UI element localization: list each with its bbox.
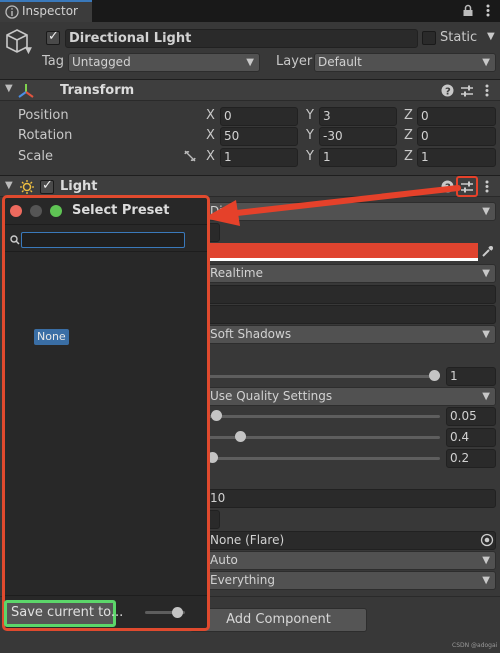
presets-icon[interactable] bbox=[460, 84, 474, 98]
indirect-multiplier-field[interactable] bbox=[206, 305, 496, 324]
transform-axes-icon bbox=[18, 84, 34, 98]
axis-x-label: X bbox=[206, 149, 215, 164]
transform-title: Transform bbox=[60, 83, 135, 98]
chevron-down-icon: ▼ bbox=[482, 206, 490, 217]
eyedropper-icon[interactable] bbox=[480, 244, 495, 259]
tag-label: Tag bbox=[42, 54, 65, 69]
axis-y-label: Y bbox=[306, 128, 314, 143]
intensity-field[interactable] bbox=[206, 285, 496, 304]
position-x-field[interactable]: 0 bbox=[220, 107, 298, 126]
tab-inspector[interactable]: Inspector bbox=[0, 0, 92, 22]
add-component-button[interactable]: Add Component bbox=[190, 608, 367, 632]
annotation-arrow bbox=[204, 185, 461, 226]
rotation-y-field[interactable]: -30 bbox=[319, 127, 397, 146]
strength-slider-knob[interactable] bbox=[429, 370, 440, 381]
popup-title: Select Preset bbox=[72, 203, 170, 218]
axis-x-label: X bbox=[206, 108, 215, 123]
rotation-x-field[interactable]: 50 bbox=[220, 127, 298, 146]
component-menu-icon[interactable] bbox=[484, 83, 490, 98]
object-name-field[interactable]: Directional Light bbox=[65, 29, 418, 48]
object-picker-icon[interactable] bbox=[480, 533, 494, 547]
foldout-arrow-icon[interactable]: ▼ bbox=[5, 180, 13, 191]
axis-x-label: X bbox=[206, 128, 215, 143]
shadow-type-dropdown[interactable]: Soft Shadows ▼ bbox=[206, 325, 496, 344]
chevron-down-icon: ▼ bbox=[246, 57, 254, 68]
watermark-text: CSDN @adogai bbox=[452, 642, 498, 649]
near-plane-slider-track[interactable] bbox=[206, 457, 440, 460]
tag-dropdown[interactable]: Untagged ▼ bbox=[68, 53, 260, 72]
axis-z-label: Z bbox=[404, 108, 413, 123]
static-checkbox[interactable] bbox=[422, 31, 436, 45]
icon-size-slider-knob[interactable] bbox=[172, 607, 183, 618]
light-icon bbox=[20, 180, 34, 194]
chevron-down-icon: ▼ bbox=[482, 57, 490, 68]
chevron-down-icon: ▼ bbox=[482, 391, 490, 402]
rotation-z-field[interactable]: 0 bbox=[417, 127, 496, 146]
axis-z-label: Z bbox=[404, 128, 413, 143]
position-y-field[interactable]: 3 bbox=[319, 107, 397, 126]
axis-y-label: Y bbox=[306, 149, 314, 164]
icon-dropdown-arrow-icon[interactable]: ▼ bbox=[25, 46, 32, 56]
divider bbox=[5, 595, 207, 596]
bias-field[interactable]: 0.05 bbox=[446, 407, 496, 426]
bias-slider-knob[interactable] bbox=[211, 410, 222, 421]
tab-label: Inspector bbox=[22, 4, 78, 18]
help-icon[interactable]: ? bbox=[441, 84, 454, 97]
preset-search-input[interactable] bbox=[21, 232, 185, 248]
chevron-down-icon: ▼ bbox=[482, 268, 490, 279]
position-label: Position bbox=[18, 108, 69, 123]
scale-y-field[interactable]: 1 bbox=[319, 148, 397, 167]
cookie-size-field[interactable]: 10 bbox=[206, 489, 496, 508]
divider bbox=[5, 224, 207, 225]
render-mode-dropdown[interactable]: Auto ▼ bbox=[206, 551, 496, 570]
active-checkbox[interactable] bbox=[46, 29, 60, 45]
search-icon bbox=[10, 235, 20, 245]
maximize-window-icon[interactable] bbox=[50, 205, 62, 217]
axis-z-label: Z bbox=[404, 149, 413, 164]
light-mode-dropdown[interactable]: Realtime ▼ bbox=[206, 264, 496, 283]
preset-item-none[interactable]: None bbox=[34, 329, 69, 345]
light-title: Light bbox=[60, 179, 98, 194]
chevron-down-icon: ▼ bbox=[482, 575, 490, 586]
scale-z-field[interactable]: 1 bbox=[417, 148, 496, 167]
scale-label: Scale bbox=[18, 149, 53, 164]
strength-field[interactable]: 1 bbox=[446, 367, 496, 386]
strength-slider-track[interactable] bbox=[206, 375, 440, 378]
near-plane-field[interactable]: 0.2 bbox=[446, 449, 496, 468]
culling-mask-dropdown[interactable]: Everything ▼ bbox=[206, 571, 496, 590]
kebab-menu-icon[interactable] bbox=[485, 3, 491, 18]
lock-icon[interactable] bbox=[462, 4, 474, 17]
info-icon bbox=[5, 5, 19, 19]
layer-label: Layer bbox=[276, 54, 313, 69]
layer-dropdown[interactable]: Default ▼ bbox=[314, 53, 496, 72]
color-swatch[interactable] bbox=[206, 243, 478, 261]
unlinked-chain-icon[interactable] bbox=[183, 150, 197, 162]
minimize-window-icon[interactable] bbox=[30, 205, 42, 217]
close-window-icon[interactable] bbox=[10, 205, 22, 217]
save-current-to-button[interactable]: Save current to... bbox=[4, 600, 123, 627]
transform-header[interactable]: ▼ Transform ? bbox=[0, 79, 500, 101]
resolution-dropdown[interactable]: Use Quality Settings ▼ bbox=[206, 387, 496, 406]
svg-text:?: ? bbox=[445, 87, 451, 98]
normal-bias-slider-knob[interactable] bbox=[235, 431, 246, 442]
light-enabled-checkbox[interactable] bbox=[40, 178, 54, 194]
foldout-arrow-icon[interactable]: ▼ bbox=[5, 83, 13, 94]
component-menu-icon[interactable] bbox=[484, 179, 490, 194]
bias-slider-track[interactable] bbox=[206, 415, 440, 418]
flare-field[interactable]: None (Flare) bbox=[206, 531, 496, 550]
axis-y-label: Y bbox=[306, 108, 314, 123]
divider bbox=[5, 251, 207, 252]
select-preset-popup: Select Preset None bbox=[2, 195, 210, 631]
normal-bias-field[interactable]: 0.4 bbox=[446, 428, 496, 447]
scale-x-field[interactable]: 1 bbox=[220, 148, 298, 167]
static-dropdown-icon[interactable]: ▼ bbox=[487, 31, 495, 42]
rotation-label: Rotation bbox=[18, 128, 73, 143]
position-z-field[interactable]: 0 bbox=[417, 107, 496, 126]
chevron-down-icon: ▼ bbox=[482, 555, 490, 566]
static-label: Static bbox=[440, 30, 478, 45]
chevron-down-icon: ▼ bbox=[482, 329, 490, 340]
